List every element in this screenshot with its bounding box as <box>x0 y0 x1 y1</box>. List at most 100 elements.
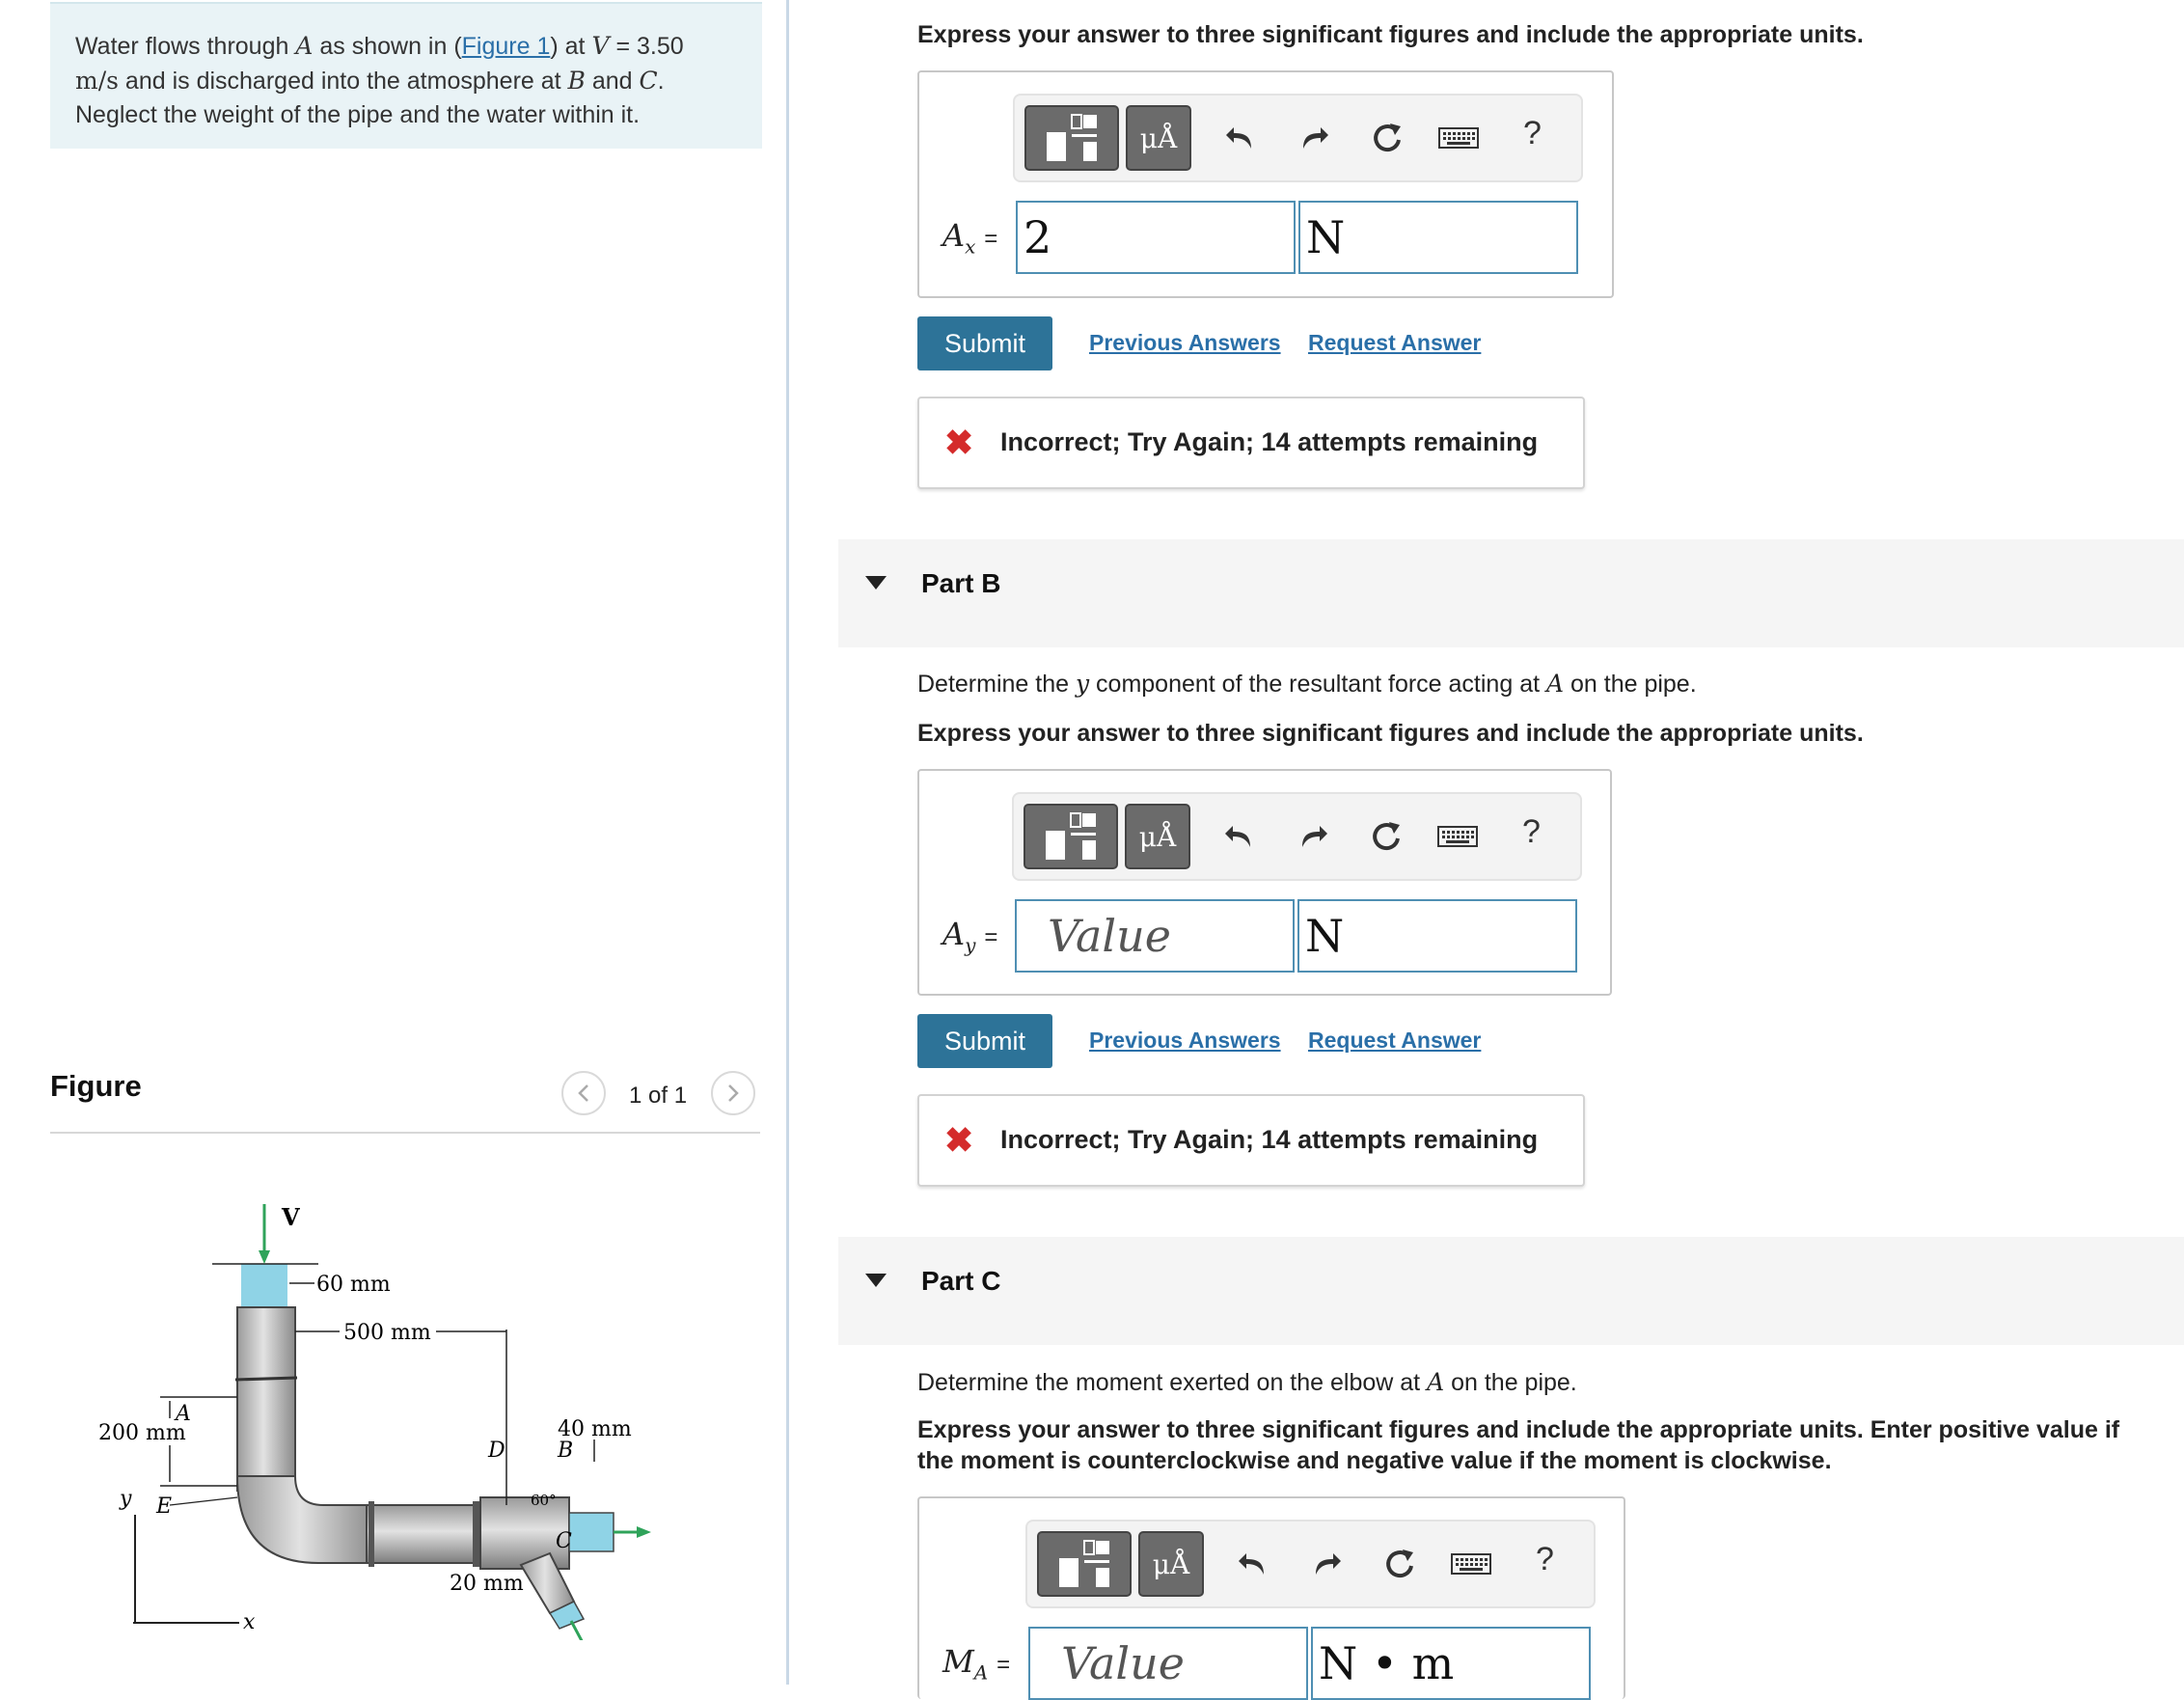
chevron-left-icon <box>578 1084 588 1102</box>
var-sub: x <box>965 234 976 259</box>
problem-statement: Water flows through A as shown in (Figur… <box>50 2 762 149</box>
previous-figure-button[interactable] <box>561 1071 606 1115</box>
fraction-template-icon <box>1059 1540 1109 1587</box>
problem-line-3: Neglect the weight of the pipe and the w… <box>75 101 641 128</box>
units-button[interactable]: μÅ <box>1125 804 1190 869</box>
help-button[interactable]: ? <box>1522 813 1541 851</box>
undo-icon[interactable] <box>1219 117 1262 159</box>
redo-icon[interactable] <box>1293 117 1335 159</box>
part-a-unit-input[interactable]: N <box>1298 201 1578 274</box>
outlet-b-arrow <box>637 1526 651 1538</box>
part-a-answer-box: μÅ ? Ax = 2 N <box>917 70 1614 298</box>
part-b-feedback: ✖ Incorrect; Try Again; 14 attempts rema… <box>917 1094 1585 1187</box>
part-c-unit-input[interactable]: N • m <box>1311 1627 1591 1700</box>
question-text: on the pipe. <box>1444 1369 1577 1396</box>
label-y: y <box>119 1487 132 1511</box>
var-sub: y <box>965 933 976 957</box>
figure-link[interactable]: Figure 1 <box>462 33 551 60</box>
part-b-variable-label: Ay = <box>942 916 997 956</box>
figure-counter: 1 of 1 <box>629 1083 688 1109</box>
reset-icon[interactable] <box>1365 815 1407 858</box>
next-figure-button[interactable] <box>711 1071 755 1115</box>
part-a-instruction: Express your answer to three significant… <box>917 21 1864 48</box>
undo-icon[interactable] <box>1232 1543 1274 1585</box>
pane-divider <box>786 0 789 1685</box>
math-var-a: A <box>295 32 314 60</box>
templates-button[interactable] <box>1024 105 1119 171</box>
part-a-request-answer-link[interactable]: Request Answer <box>1308 330 1481 356</box>
problem-text: and <box>585 68 640 95</box>
part-c-answer-box: μÅ ? MA = Value N • m <box>917 1496 1625 1700</box>
part-a-previous-answers-link[interactable]: Previous Answers <box>1089 330 1281 356</box>
label-200mm: 200 mm <box>98 1421 186 1445</box>
keyboard-icon[interactable] <box>1434 815 1481 858</box>
fraction-template-icon <box>1047 114 1097 161</box>
var-main: A <box>942 217 966 254</box>
math-var-b: B <box>567 67 586 95</box>
templates-button[interactable] <box>1024 804 1118 869</box>
part-b-question: Determine the y component of the resulta… <box>917 670 1697 699</box>
velocity-unit: m/s <box>75 67 119 95</box>
part-c-header[interactable]: Part C <box>838 1237 2184 1345</box>
label-b: B <box>557 1439 573 1463</box>
label-x: x <box>243 1610 256 1634</box>
units-icon: μÅ <box>1138 820 1177 853</box>
label-d: D <box>487 1439 505 1463</box>
part-a-submit-button[interactable]: Submit <box>917 316 1052 370</box>
units-button[interactable]: μÅ <box>1126 105 1191 171</box>
pipe-figure: V 60 mm 500 mm A 200 mm 40 mm B D 60° C … <box>98 1203 651 1640</box>
label-v: V <box>281 1203 300 1231</box>
redo-icon[interactable] <box>1305 1543 1348 1585</box>
units-icon: μÅ <box>1139 122 1178 154</box>
part-b-value-input[interactable]: Value <box>1015 899 1295 973</box>
part-b-request-answer-link[interactable]: Request Answer <box>1308 1028 1481 1054</box>
part-c-value-input[interactable]: Value <box>1028 1627 1308 1700</box>
equals-sign: = <box>984 226 998 252</box>
help-button[interactable]: ? <box>1523 115 1542 152</box>
part-b-header[interactable]: Part B <box>838 539 2184 647</box>
caret-down-icon <box>865 576 887 590</box>
fraction-template-icon <box>1046 812 1096 860</box>
help-button[interactable]: ? <box>1536 1541 1554 1578</box>
var-main: A <box>942 916 966 952</box>
part-c-math-toolbar: μÅ ? <box>1025 1520 1596 1608</box>
label-c: C <box>556 1529 572 1553</box>
math-var-a: A <box>1545 670 1565 698</box>
label-500mm: 500 mm <box>343 1321 431 1345</box>
label-60mm: 60 mm <box>316 1273 391 1297</box>
caret-down-icon <box>865 1274 887 1287</box>
reset-icon[interactable] <box>1366 117 1408 159</box>
vertical-pipe <box>236 1306 296 1492</box>
keyboard-icon[interactable] <box>1435 117 1482 159</box>
part-a-math-toolbar: μÅ ? <box>1013 94 1583 182</box>
units-button[interactable]: μÅ <box>1138 1531 1204 1597</box>
redo-icon[interactable] <box>1292 815 1334 858</box>
question-text: on the pipe. <box>1564 671 1697 698</box>
part-c-instruction-line-2: the moment is counterclockwise and negat… <box>917 1447 1832 1474</box>
problem-text: ) at <box>550 33 592 60</box>
var-main: M <box>942 1643 974 1680</box>
equals-sign: = <box>984 924 998 950</box>
pipe-elbow <box>235 1475 377 1564</box>
part-a-value-input[interactable]: 2 <box>1016 201 1296 274</box>
part-a-feedback: ✖ Incorrect; Try Again; 14 attempts rema… <box>917 397 1585 489</box>
part-a-variable-label: Ax = <box>942 217 997 258</box>
part-b-unit-input[interactable]: N <box>1297 899 1577 973</box>
part-b-previous-answers-link[interactable]: Previous Answers <box>1089 1028 1281 1054</box>
equals-sign: = <box>996 1652 1011 1678</box>
outlet-b <box>568 1512 614 1552</box>
undo-icon[interactable] <box>1218 815 1261 858</box>
label-20mm: 20 mm <box>450 1572 524 1596</box>
keyboard-icon[interactable] <box>1448 1543 1494 1585</box>
templates-button[interactable] <box>1037 1531 1132 1597</box>
part-c-question: Determine the moment exerted on the elbo… <box>917 1368 1577 1397</box>
chevron-right-icon <box>728 1084 739 1102</box>
reset-icon[interactable] <box>1379 1543 1421 1585</box>
velocity-value: = 3.50 <box>609 33 684 60</box>
part-c-variable-label: MA = <box>942 1643 1010 1684</box>
units-icon: μÅ <box>1152 1548 1190 1580</box>
math-var-v: V <box>591 32 610 60</box>
feedback-message: Incorrect; Try Again; 14 attempts remain… <box>1000 427 1539 456</box>
part-b-submit-button[interactable]: Submit <box>917 1014 1052 1068</box>
label-angle: 60° <box>531 1492 557 1509</box>
